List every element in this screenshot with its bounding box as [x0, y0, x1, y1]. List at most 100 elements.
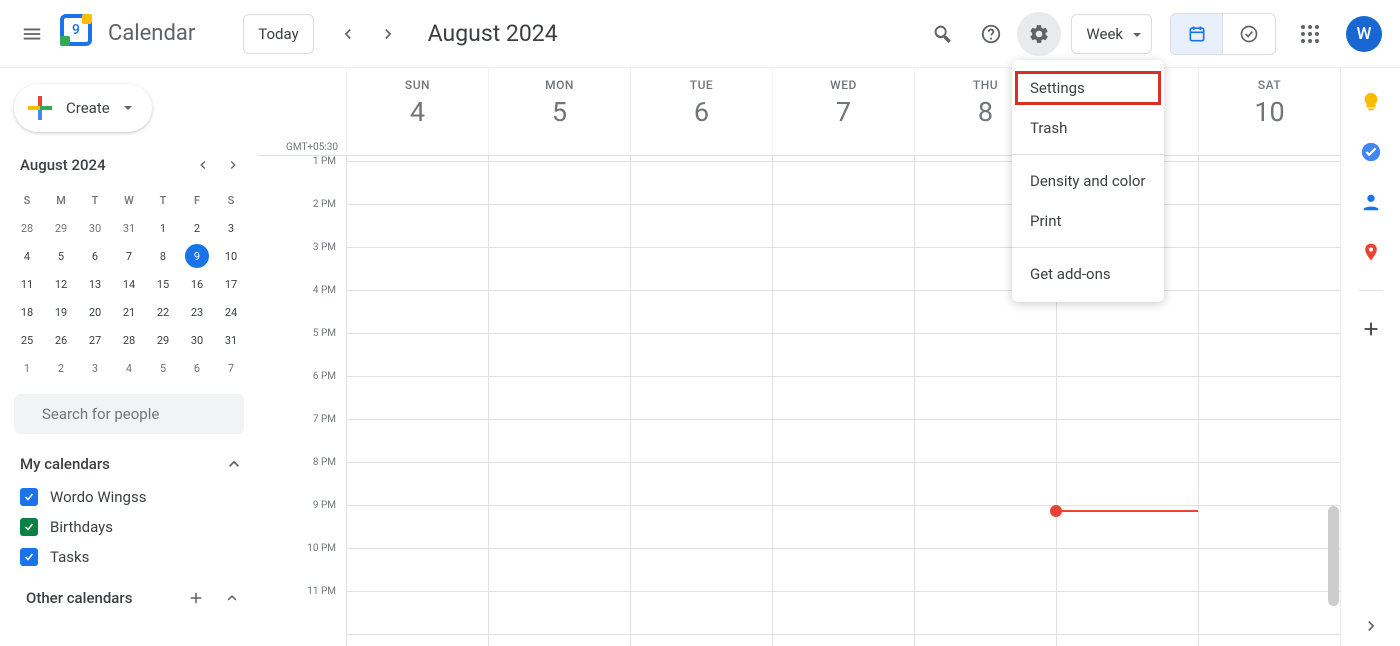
- mini-day[interactable]: 17: [214, 270, 248, 298]
- mini-day[interactable]: 2: [180, 214, 214, 242]
- mini-next-month[interactable]: [218, 150, 248, 180]
- mini-day[interactable]: 8: [146, 242, 180, 270]
- mini-day[interactable]: 3: [78, 354, 112, 382]
- contacts-button[interactable]: [1351, 182, 1391, 222]
- calendar-checkbox[interactable]: [20, 488, 38, 506]
- day-number[interactable]: 10: [1254, 96, 1284, 128]
- search-button[interactable]: [921, 12, 965, 56]
- account-avatar[interactable]: W: [1346, 16, 1382, 52]
- day-of-week: SAT: [1258, 78, 1281, 92]
- mini-day[interactable]: 30: [78, 214, 112, 242]
- today-button[interactable]: Today: [243, 14, 313, 54]
- mini-day[interactable]: 6: [180, 354, 214, 382]
- mini-day[interactable]: 13: [78, 270, 112, 298]
- mini-day[interactable]: 5: [44, 242, 78, 270]
- mini-day[interactable]: 11: [10, 270, 44, 298]
- search-people-input[interactable]: [42, 405, 241, 423]
- mini-day[interactable]: 16: [180, 270, 214, 298]
- day-column[interactable]: [488, 156, 630, 646]
- mini-day[interactable]: 4: [112, 354, 146, 382]
- scrollbar[interactable]: [1327, 156, 1340, 642]
- mini-day[interactable]: 27: [78, 326, 112, 354]
- mini-day[interactable]: 9: [180, 242, 214, 270]
- mini-day[interactable]: 1: [10, 354, 44, 382]
- main-menu-button[interactable]: [8, 10, 56, 58]
- mini-day[interactable]: 24: [214, 298, 248, 326]
- day-number[interactable]: 8: [978, 96, 993, 128]
- mini-day[interactable]: 14: [112, 270, 146, 298]
- mini-day[interactable]: 12: [44, 270, 78, 298]
- mini-day[interactable]: 18: [10, 298, 44, 326]
- day-number[interactable]: 7: [836, 96, 851, 128]
- mini-dow: S: [214, 186, 248, 214]
- mini-day[interactable]: 25: [10, 326, 44, 354]
- mini-day[interactable]: 4: [10, 242, 44, 270]
- app-logo[interactable]: 9 Calendar: [60, 14, 195, 54]
- hide-side-panel[interactable]: [1351, 606, 1391, 646]
- next-period-button[interactable]: [368, 14, 408, 54]
- mini-day[interactable]: 1: [146, 214, 180, 242]
- mini-day[interactable]: 21: [112, 298, 146, 326]
- other-calendars-collapse[interactable]: [216, 582, 248, 614]
- tasks-view-toggle[interactable]: [1223, 14, 1275, 54]
- menu-item-density-and-color[interactable]: Density and color: [1012, 161, 1164, 201]
- mini-day[interactable]: 26: [44, 326, 78, 354]
- chevron-left-icon: [195, 157, 211, 173]
- prev-period-button[interactable]: [328, 14, 368, 54]
- mini-day[interactable]: 22: [146, 298, 180, 326]
- mini-day[interactable]: 7: [214, 354, 248, 382]
- calendar-view-toggle[interactable]: [1171, 14, 1223, 54]
- settings-button[interactable]: [1017, 12, 1061, 56]
- mini-day[interactable]: 10: [214, 242, 248, 270]
- calendar-item[interactable]: Wordo Wingss: [14, 482, 244, 512]
- mini-prev-month[interactable]: [188, 150, 218, 180]
- mini-day[interactable]: 28: [10, 214, 44, 242]
- menu-item-get-add-ons[interactable]: Get add-ons: [1012, 254, 1164, 294]
- other-calendars-header[interactable]: Other calendars: [10, 582, 248, 614]
- day-column[interactable]: [1198, 156, 1340, 646]
- keep-button[interactable]: [1351, 82, 1391, 122]
- mini-day[interactable]: 29: [146, 326, 180, 354]
- mini-day[interactable]: 31: [112, 214, 146, 242]
- menu-item-settings[interactable]: Settings: [1012, 68, 1164, 108]
- menu-item-trash[interactable]: Trash: [1012, 108, 1164, 148]
- menu-item-print[interactable]: Print: [1012, 201, 1164, 241]
- my-calendars-header[interactable]: My calendars: [14, 446, 244, 482]
- view-selector[interactable]: Week: [1071, 14, 1152, 54]
- mini-dow: M: [44, 186, 78, 214]
- day-number[interactable]: 5: [552, 96, 567, 128]
- search-people[interactable]: [14, 394, 244, 434]
- mini-day[interactable]: 30: [180, 326, 214, 354]
- get-addons-button[interactable]: [1351, 309, 1391, 349]
- mini-day[interactable]: 20: [78, 298, 112, 326]
- grid-columns[interactable]: [346, 156, 1340, 646]
- mini-day[interactable]: 23: [180, 298, 214, 326]
- day-column[interactable]: [772, 156, 914, 646]
- mini-day[interactable]: 15: [146, 270, 180, 298]
- calendar-item[interactable]: Tasks: [14, 542, 244, 572]
- day-column[interactable]: [630, 156, 772, 646]
- mini-day[interactable]: 5: [146, 354, 180, 382]
- support-button[interactable]: [969, 12, 1013, 56]
- mini-day[interactable]: 6: [78, 242, 112, 270]
- mini-day[interactable]: 7: [112, 242, 146, 270]
- mini-day[interactable]: 19: [44, 298, 78, 326]
- mini-calendar[interactable]: SMTWTFS282930311234567891011121314151617…: [10, 186, 248, 382]
- mini-day[interactable]: 29: [44, 214, 78, 242]
- mini-day[interactable]: 28: [112, 326, 146, 354]
- create-button[interactable]: Create: [14, 84, 152, 132]
- scrollbar-thumb[interactable]: [1328, 506, 1339, 606]
- day-number[interactable]: 6: [694, 96, 709, 128]
- tasks-button[interactable]: [1351, 132, 1391, 172]
- calendar-item[interactable]: Birthdays: [14, 512, 244, 542]
- calendar-checkbox[interactable]: [20, 548, 38, 566]
- mini-day[interactable]: 31: [214, 326, 248, 354]
- calendar-checkbox[interactable]: [20, 518, 38, 536]
- google-apps-button[interactable]: [1288, 12, 1332, 56]
- day-number[interactable]: 4: [410, 96, 425, 128]
- maps-button[interactable]: [1351, 232, 1391, 272]
- add-other-calendar[interactable]: [180, 582, 212, 614]
- day-column[interactable]: [346, 156, 488, 646]
- mini-day[interactable]: 2: [44, 354, 78, 382]
- mini-day[interactable]: 3: [214, 214, 248, 242]
